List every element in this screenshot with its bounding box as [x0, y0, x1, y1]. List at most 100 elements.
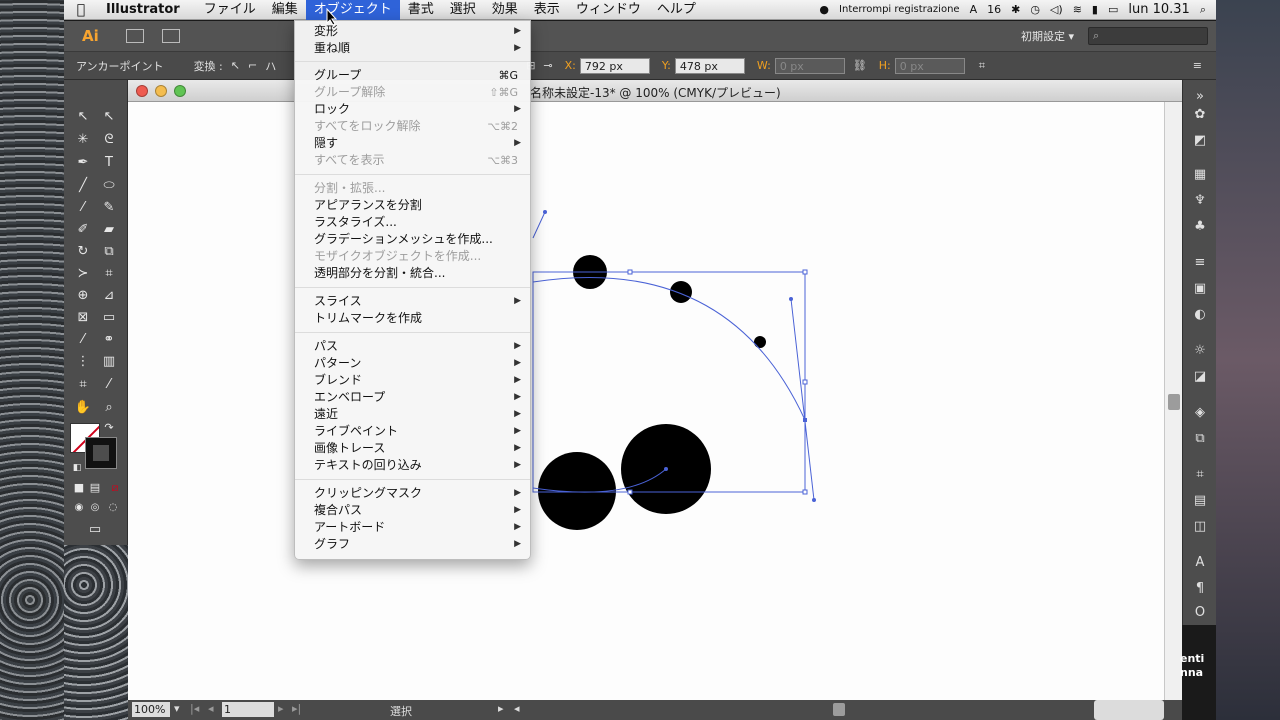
mesh-tool-icon[interactable]: ⊠	[72, 308, 94, 328]
layers-icon[interactable]: ◈	[1189, 404, 1211, 422]
convert-smooth-icon[interactable]: ⌐	[248, 59, 257, 72]
menu-item-blend[interactable]: ブレンド ▶	[295, 372, 530, 389]
artboard-canvas[interactable]	[128, 102, 1164, 702]
perspective-grid-icon[interactable]: ⊿	[98, 286, 120, 306]
ellipse-tool-icon[interactable]: ⬭	[98, 176, 120, 196]
menu-view[interactable]: 表示	[526, 0, 568, 20]
zoom-dropdown-icon[interactable]: ▾	[174, 702, 180, 715]
menu-edit[interactable]: 編集	[264, 0, 306, 20]
brushes-icon[interactable]: ♆	[1189, 192, 1211, 210]
screen-mode-icon[interactable]: ▭	[84, 520, 106, 540]
menu-item-object-mosaic[interactable]: モザイクオブジェクトを作成...	[295, 248, 530, 265]
hand-tool-icon[interactable]: ✋	[72, 398, 94, 418]
swap-fill-stroke-icon[interactable]: ↷	[98, 418, 120, 438]
dock-window-controls[interactable]	[1094, 700, 1164, 720]
selected-anchor-point[interactable]	[803, 418, 807, 422]
transform-panel-icon[interactable]: ⌗	[1189, 466, 1211, 484]
workspace-switcher[interactable]: 初期設定 ▾	[1021, 28, 1074, 44]
bridge-icon[interactable]	[126, 29, 144, 43]
menu-window[interactable]: ウィンドウ	[568, 0, 649, 20]
spotlight-icon[interactable]: ⌕	[1200, 3, 1206, 17]
menu-item-envelope[interactable]: エンベロープ ▶	[295, 389, 530, 406]
handle-endpoint-far[interactable]	[543, 210, 547, 214]
volume-icon[interactable]: ◁)	[1050, 3, 1063, 16]
scale-icon[interactable]: ⧉	[98, 242, 120, 262]
default-colors-icon[interactable]: ◧	[66, 458, 88, 478]
menu-item-ungroup[interactable]: グループ解除 ⇧⌘G	[295, 84, 530, 101]
opentype-icon[interactable]: O	[1189, 604, 1211, 622]
clock[interactable]: lun 10.31	[1128, 2, 1189, 17]
arrange-documents-icon[interactable]	[162, 29, 180, 43]
time-machine-icon[interactable]: ◷	[1030, 3, 1040, 16]
rotate-icon[interactable]: ↻	[72, 242, 94, 262]
w-field[interactable]: 0 px	[774, 57, 845, 74]
adobe-icon[interactable]: A	[970, 3, 978, 16]
menu-item-group[interactable]: グループ ⌘G	[295, 67, 530, 84]
selection-tool-icon[interactable]: ↖	[72, 107, 94, 127]
prev-artboard-icon[interactable]: ◂	[208, 702, 214, 715]
menu-item-text-wrap[interactable]: テキストの回り込み ▶	[295, 457, 530, 474]
menu-effect[interactable]: 効果	[484, 0, 526, 20]
menu-item-image-trace[interactable]: 画像トレース ▶	[295, 440, 530, 457]
direction-handle-top[interactable]	[532, 211, 546, 239]
menu-item-rasterize[interactable]: ラスタライズ...	[295, 214, 530, 231]
close-window-button[interactable]	[136, 85, 148, 97]
shape-builder-icon[interactable]: ⊕	[72, 286, 94, 306]
draw-inside-icon[interactable]: ◌	[102, 498, 124, 518]
menu-select[interactable]: 選択	[442, 0, 484, 20]
menu-item-gradient-mesh[interactable]: グラデーションメッシュを作成...	[295, 231, 530, 248]
vertical-scroll-thumb[interactable]	[1168, 394, 1180, 410]
x-field[interactable]: 792 px	[579, 57, 650, 74]
transform-icon[interactable]: ⌗	[979, 59, 985, 73]
menu-item-expand-appearance[interactable]: アピアランスを分割	[295, 197, 530, 214]
graphic-styles-icon[interactable]: ◪	[1189, 368, 1211, 386]
anchor-handle-bottom-mid[interactable]	[627, 489, 633, 495]
status-menu-icon[interactable]: ▸	[498, 702, 504, 715]
paintbrush-icon[interactable]: ⁄	[72, 198, 94, 218]
menu-item-clipping-mask[interactable]: クリッピングマスク ▶	[295, 485, 530, 502]
gradient-tool-icon[interactable]: ▭	[98, 308, 120, 328]
anchor-handle-top-mid[interactable]	[627, 269, 633, 275]
menu-item-path[interactable]: パス ▶	[295, 338, 530, 355]
app-name-menu[interactable]: Illustrator	[98, 2, 180, 17]
menu-item-show-all[interactable]: すべてを表示 ⌥⌘3	[295, 152, 530, 169]
horizontal-scroll-thumb[interactable]	[833, 703, 845, 716]
convert-corner-icon[interactable]: ↖	[231, 59, 240, 72]
width-tool-icon[interactable]: ≻	[72, 264, 94, 284]
circle-center-point[interactable]	[664, 467, 668, 471]
anchor-handle-top-right[interactable]	[802, 269, 808, 275]
paragraph-icon[interactable]: ¶	[1189, 580, 1211, 598]
color-guide-icon[interactable]: ✿	[1189, 106, 1211, 124]
pathfinder-icon[interactable]: ◫	[1189, 518, 1211, 536]
pencil-icon[interactable]: ✎	[98, 198, 120, 218]
direct-selection-tool-icon[interactable]: ↖	[98, 107, 120, 127]
battery-icon[interactable]: ▭	[1108, 3, 1118, 16]
transparency-icon[interactable]: ◐	[1189, 306, 1211, 324]
wifi-icon[interactable]: ≋	[1073, 3, 1082, 16]
menu-item-flatten-transparency[interactable]: 透明部分を分割・統合...	[295, 265, 530, 282]
flag-icon[interactable]: ▮	[1092, 3, 1098, 16]
graph-tool-icon[interactable]: ▥	[98, 352, 120, 372]
h-field[interactable]: 0 px	[894, 57, 965, 74]
menu-type[interactable]: 書式	[400, 0, 442, 20]
handle-endpoint-bottom[interactable]	[812, 498, 816, 502]
menu-item-lock[interactable]: ロック ▶	[295, 101, 530, 118]
menu-item-compound-path[interactable]: 複合パス ▶	[295, 502, 530, 519]
gradient-mode-icon[interactable]: ▤	[84, 478, 106, 498]
handle-endpoint-top[interactable]	[789, 297, 793, 301]
blob-brush-icon[interactable]: ✐	[72, 220, 94, 240]
menu-item-slice[interactable]: スライス ▶	[295, 293, 530, 310]
gradient-panel-icon[interactable]: ▣	[1189, 280, 1211, 298]
artboard-tool-icon[interactable]: ⌗	[72, 375, 94, 395]
menu-item-arrange[interactable]: 重ね順 ▶	[295, 40, 530, 57]
menu-item-perspective[interactable]: 遠近 ▶	[295, 406, 530, 423]
anchor-handle-bottom-right[interactable]	[802, 489, 808, 495]
bluetooth-icon[interactable]: ✱	[1011, 3, 1020, 16]
blend-tool-icon[interactable]: ⚭	[98, 330, 120, 350]
menu-item-unlock-all[interactable]: すべてをロック解除 ⌥⌘2	[295, 118, 530, 135]
menu-item-trim-marks[interactable]: トリムマークを作成	[295, 310, 530, 327]
artboard-dropdown-icon[interactable]: ▾	[262, 702, 268, 715]
zoom-tool-icon[interactable]: ⌕	[98, 398, 120, 418]
black-circle-tiny[interactable]	[670, 281, 692, 303]
line-tool-icon[interactable]: ╱	[72, 176, 94, 196]
